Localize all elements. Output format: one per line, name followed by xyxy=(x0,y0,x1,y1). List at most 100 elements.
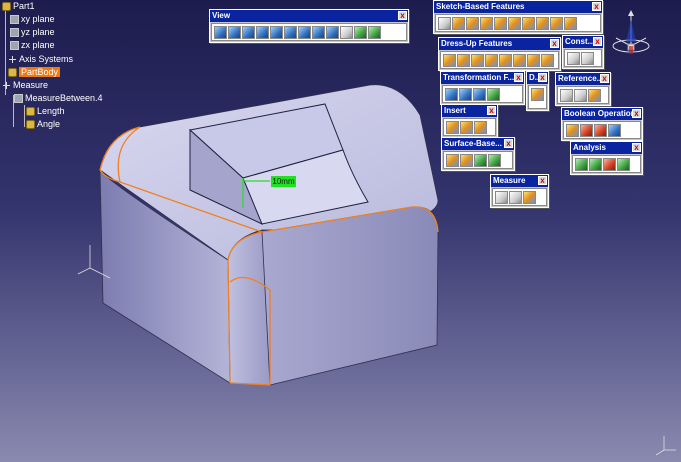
close-icon[interactable]: x xyxy=(398,11,407,20)
close-icon[interactable]: x xyxy=(487,106,496,115)
tree-node-angle[interactable]: Angle xyxy=(26,119,60,129)
scaling-icon[interactable] xyxy=(487,88,500,101)
close-icon[interactable]: x xyxy=(538,176,547,185)
toolbar-sketch-based[interactable]: Sketch-Based Features x xyxy=(433,0,603,34)
replace-face-icon[interactable] xyxy=(541,54,554,67)
tree-node-axis-systems[interactable]: Axis Systems xyxy=(8,54,73,64)
measure-between-icon[interactable] xyxy=(495,191,508,204)
zoom-out-icon[interactable] xyxy=(284,26,297,39)
plane-icon[interactable] xyxy=(588,89,601,102)
fly-mode-icon[interactable] xyxy=(214,26,227,39)
mirror-icon[interactable] xyxy=(459,88,472,101)
toolbar-view-title[interactable]: View x xyxy=(210,10,408,22)
shaft-icon[interactable] xyxy=(480,17,493,30)
hole-icon[interactable] xyxy=(508,17,521,30)
split-icon[interactable] xyxy=(446,154,459,167)
slot-icon[interactable] xyxy=(536,17,549,30)
toolbar-view[interactable]: View x xyxy=(209,9,409,43)
tree-node-measure[interactable]: Measure xyxy=(2,80,48,90)
sew-surface-icon[interactable] xyxy=(488,154,501,167)
toolbar-boolean-title[interactable]: Boolean Operations x xyxy=(562,108,642,120)
constraint-dialog-icon[interactable] xyxy=(581,52,594,65)
toolbar-constraints[interactable]: Const... x xyxy=(562,35,604,69)
toolbar-analysis-title[interactable]: Analysis x xyxy=(571,142,642,154)
add-icon[interactable] xyxy=(580,124,593,137)
user-pattern-icon[interactable] xyxy=(531,88,544,101)
shading-icon[interactable] xyxy=(340,26,353,39)
taper-analysis-icon[interactable] xyxy=(603,158,616,171)
ordered-set-icon[interactable] xyxy=(474,121,487,134)
compass[interactable] xyxy=(608,8,654,58)
toolbar-insert-title[interactable]: Insert x xyxy=(442,105,497,117)
close-icon[interactable]: x xyxy=(538,73,547,82)
toolbar-d-title[interactable]: D... x xyxy=(527,72,548,84)
iso-view-icon[interactable] xyxy=(326,26,339,39)
toolbar-measure-title[interactable]: Measure x xyxy=(491,175,548,187)
threads-analysis-icon[interactable] xyxy=(617,158,630,171)
swap-space-icon[interactable] xyxy=(368,26,381,39)
close-icon[interactable]: x xyxy=(514,73,523,82)
toolbar-boolean[interactable]: Boolean Operations x xyxy=(561,107,643,141)
multi-view-icon[interactable] xyxy=(312,26,325,39)
close-icon[interactable]: x xyxy=(632,143,641,152)
point-icon[interactable] xyxy=(560,89,573,102)
hide-show-icon[interactable] xyxy=(354,26,367,39)
translation-icon[interactable] xyxy=(445,88,458,101)
close-icon[interactable]: x xyxy=(593,37,602,46)
groove-icon[interactable] xyxy=(494,17,507,30)
toolbar-sketch-based-title[interactable]: Sketch-Based Features x xyxy=(434,1,602,13)
pan-icon[interactable] xyxy=(242,26,255,39)
tree-node-zx-plane[interactable]: zx plane xyxy=(10,40,55,50)
toolbar-measure[interactable]: Measure x xyxy=(490,174,549,208)
pocket-icon[interactable] xyxy=(466,17,479,30)
thread-icon[interactable] xyxy=(513,54,526,67)
intersect-icon[interactable] xyxy=(608,124,621,137)
tree-node-part1[interactable]: Part1 xyxy=(2,1,35,11)
chamfer-icon[interactable] xyxy=(457,54,470,67)
sketch-icon[interactable] xyxy=(438,17,451,30)
draft-icon[interactable] xyxy=(471,54,484,67)
toolbar-insert[interactable]: Insert x xyxy=(441,104,498,138)
3d-viewport[interactable] xyxy=(0,0,681,462)
close-icon[interactable]: x xyxy=(550,39,559,48)
close-icon[interactable]: x xyxy=(592,2,601,11)
toolbar-constraints-title[interactable]: Const... x xyxy=(563,36,603,48)
measure-item-icon[interactable] xyxy=(509,191,522,204)
close-surface-icon[interactable] xyxy=(474,154,487,167)
toolbar-dressup[interactable]: Dress-Up Features x xyxy=(438,37,561,71)
toolbar-surface-based-title[interactable]: Surface-Base... x xyxy=(442,138,514,150)
thickness-icon[interactable] xyxy=(499,54,512,67)
fit-all-icon[interactable] xyxy=(228,26,241,39)
pad-icon[interactable] xyxy=(452,17,465,30)
close-icon[interactable]: x xyxy=(600,74,609,83)
part-right-face[interactable] xyxy=(261,206,439,386)
rib-icon[interactable] xyxy=(522,17,535,30)
zoom-in-icon[interactable] xyxy=(270,26,283,39)
tree-node-measure-between[interactable]: MeasureBetween.4 xyxy=(14,93,103,103)
toolbar-transformation-title[interactable]: Transformation F... x xyxy=(441,72,524,84)
toolbar-transformation[interactable]: Transformation F... x xyxy=(440,71,525,105)
toolbar-reference[interactable]: Reference... x xyxy=(555,72,611,106)
close-icon[interactable]: x xyxy=(632,109,641,118)
constraint-icon[interactable] xyxy=(567,52,580,65)
multi-section-icon[interactable] xyxy=(564,17,577,30)
curvature-analysis-icon[interactable] xyxy=(589,158,602,171)
draft-analysis-icon[interactable] xyxy=(575,158,588,171)
measure-inertia-icon[interactable] xyxy=(523,191,536,204)
toolbar-analysis[interactable]: Analysis x xyxy=(570,141,643,175)
tree-node-length[interactable]: Length xyxy=(26,106,65,116)
remove-face-icon[interactable] xyxy=(527,54,540,67)
tree-node-partbody[interactable]: PartBody xyxy=(8,67,61,77)
toolbar-surface-based[interactable]: Surface-Base... x xyxy=(441,137,515,171)
rotate-icon[interactable] xyxy=(256,26,269,39)
toolbar-d[interactable]: D... x xyxy=(526,71,549,111)
close-icon[interactable]: x xyxy=(504,139,513,148)
geometrical-set-icon[interactable] xyxy=(460,121,473,134)
body-icon[interactable] xyxy=(446,121,459,134)
toolbar-dressup-title[interactable]: Dress-Up Features x xyxy=(439,38,560,50)
stiffener-icon[interactable] xyxy=(550,17,563,30)
tree-node-yz-plane[interactable]: yz plane xyxy=(10,27,55,37)
thick-surface-icon[interactable] xyxy=(460,154,473,167)
remove-icon[interactable] xyxy=(594,124,607,137)
line-icon[interactable] xyxy=(574,89,587,102)
